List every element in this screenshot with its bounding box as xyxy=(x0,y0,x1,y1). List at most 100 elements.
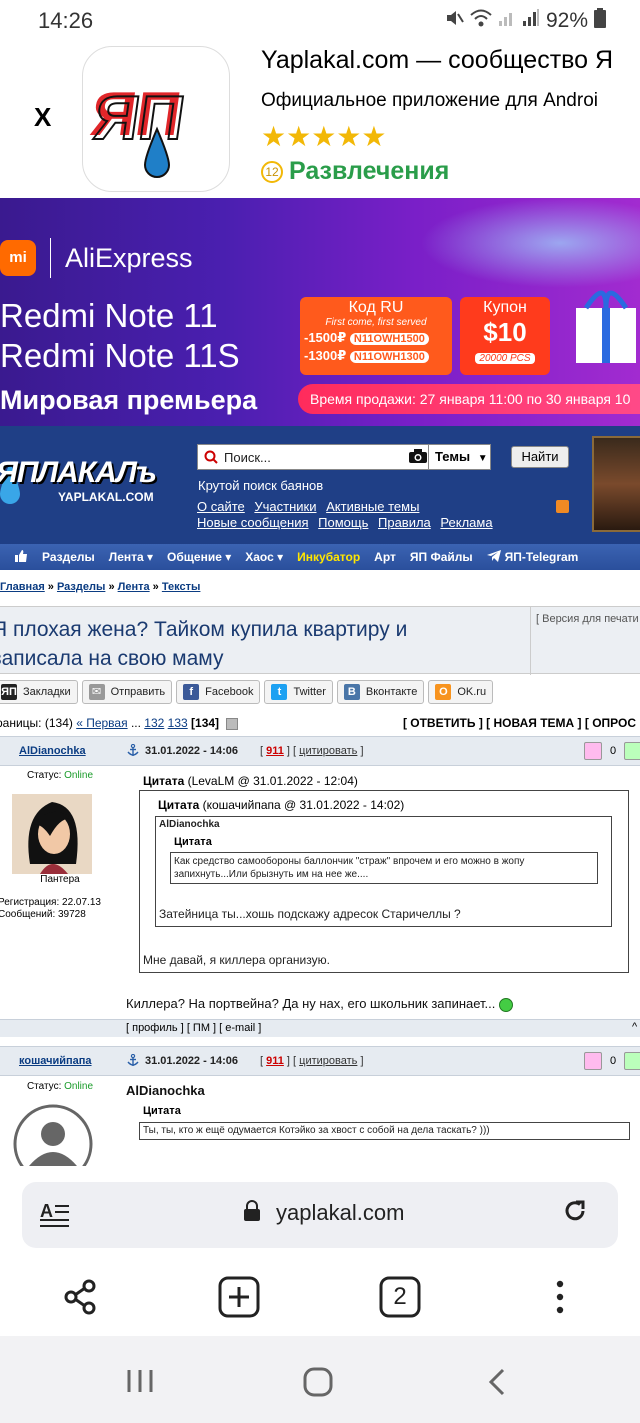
crumb-texts[interactable]: Тексты xyxy=(162,581,201,593)
header-links-row-2: Новые сообщения Помощь Правила Реклама xyxy=(197,515,499,530)
code-line-1: -1500₽ N11OWH1500 xyxy=(300,330,452,346)
mute-icon xyxy=(444,8,464,34)
vk-button[interactable]: B Вконтакте xyxy=(336,680,425,704)
link-help[interactable]: Помощь xyxy=(318,515,368,530)
status-icons: 92% xyxy=(444,8,606,34)
crumb-sep: » xyxy=(44,581,57,593)
thumbs-down-icon[interactable] xyxy=(584,1052,602,1070)
nav-sections[interactable]: Разделы xyxy=(42,550,95,564)
recents-icon[interactable] xyxy=(126,1368,154,1399)
home-icon[interactable] xyxy=(303,1367,333,1402)
nav-feed[interactable]: Лента ▾ xyxy=(109,550,153,564)
link-members[interactable]: Участники xyxy=(254,499,316,514)
quote-link[interactable]: цитировать xyxy=(299,745,357,757)
facebook-button[interactable]: f Facebook xyxy=(176,680,261,704)
header-photo xyxy=(592,436,640,532)
close-banner-button[interactable]: X xyxy=(34,102,51,133)
scroll-top-icon[interactable]: ^ xyxy=(632,1021,637,1033)
topic-title-box: Я плохая жена? Тайком купила квартиру и … xyxy=(0,606,640,675)
post-meta: [ 911 ] [ цитировать ] xyxy=(260,1055,364,1067)
app-install-banner: X ЯП ЯП Yaplakal.com — сообщество Я Офиц… xyxy=(0,40,640,198)
pager-row: раницы: (134) « Первая ... 132 133 [134]… xyxy=(0,713,640,733)
thumbs-up-icon[interactable] xyxy=(14,549,28,566)
app-title: Yaplakal.com — сообщество Я xyxy=(261,46,614,74)
quote-header: Цитата (LevaLM @ 31.01.2022 - 12:04) xyxy=(143,774,358,788)
reader-mode-icon[interactable]: A xyxy=(40,1200,70,1235)
search-input[interactable]: Поиск... xyxy=(224,450,408,465)
link-rules[interactable]: Правила xyxy=(378,515,431,530)
status-online: Online xyxy=(64,770,94,781)
tabs-button[interactable]: 2 xyxy=(379,1276,421,1318)
nav-incubator[interactable]: Инкубатор xyxy=(297,550,360,564)
thumbs-up-icon[interactable] xyxy=(624,742,640,760)
link-active-topics[interactable]: Активные темы xyxy=(326,499,419,514)
app-icon[interactable]: ЯП ЯП xyxy=(82,46,230,192)
topic-actions[interactable]: [ ОТВЕТИТЬ ] [ НОВАЯ ТЕМА ] [ ОПРОС xyxy=(403,716,636,730)
url-bar[interactable]: A yaplakal.com xyxy=(22,1182,618,1248)
pager-132[interactable]: 132 xyxy=(144,716,164,730)
new-tab-icon[interactable] xyxy=(218,1276,260,1318)
status-bar: 14:26 92% xyxy=(0,0,640,40)
rss-icon[interactable] xyxy=(556,500,569,513)
breadcrumb: Главная » Разделы » Лента » Тексты xyxy=(0,581,200,593)
nav-art[interactable]: Арт xyxy=(374,550,396,564)
anchor-icon[interactable] xyxy=(127,1053,139,1070)
nav-chaos[interactable]: Хаос ▾ xyxy=(245,550,283,564)
crumb-feed[interactable]: Лента xyxy=(118,581,150,593)
crumb-home[interactable]: Главная xyxy=(0,581,45,593)
link-new-messages[interactable]: Новые сообщения xyxy=(197,515,309,530)
search-scope-select[interactable]: Темы ▼ xyxy=(428,445,490,469)
thumbs-up-icon[interactable] xyxy=(624,1052,640,1070)
link-ads[interactable]: Реклама xyxy=(440,515,492,530)
quote-meta: (LevaLM @ 31.01.2022 - 12:04) xyxy=(184,774,358,788)
post-author[interactable]: кошачийпапа xyxy=(19,1055,92,1067)
nav-files[interactable]: ЯП Файлы xyxy=(410,550,473,564)
post-date: 31.01.2022 - 14:06 xyxy=(145,1055,238,1067)
back-icon[interactable] xyxy=(487,1368,507,1401)
send-button[interactable]: ✉ Отправить xyxy=(81,680,173,704)
thumbs-down-icon[interactable] xyxy=(584,742,602,760)
quote-link[interactable]: цитировать xyxy=(299,1055,357,1067)
battery-percent: 92% xyxy=(545,9,588,32)
clock: 14:26 xyxy=(38,8,94,33)
anchor-icon[interactable] xyxy=(127,743,139,760)
app-category: 12 Развлечения xyxy=(261,157,449,186)
bookmarks-button[interactable]: ЯП Закладки xyxy=(0,680,78,704)
main-nav: Разделы Лента ▾ Общение ▾ Хаос ▾ Инкубат… xyxy=(0,544,640,570)
share-label: Вконтакте xyxy=(365,686,418,698)
avatar[interactable] xyxy=(12,794,92,874)
ok-button[interactable]: O OK.ru xyxy=(428,680,494,704)
coupon-box: Купон $10 20000 PCS xyxy=(460,297,550,375)
code-value: N11OWH1300 xyxy=(349,351,429,363)
ad-banner[interactable]: mi AliExpress Redmi Note 11 Redmi Note 1… xyxy=(0,198,640,426)
post-header: AlDianochka 31.01.2022 - 14:06 [ 911 ] [… xyxy=(0,736,640,766)
site-logo[interactable]: ЯПЛАКАЛъ xyxy=(0,456,157,490)
post-number[interactable]: 911 xyxy=(266,745,284,757)
url-text[interactable]: yaplakal.com xyxy=(276,1200,404,1226)
code-line-2: -1300₽ N11OWH1300 xyxy=(300,348,452,364)
post-footer-links[interactable]: [ профиль ] [ ПМ ] [ e-mail ] xyxy=(126,1022,261,1034)
find-button[interactable]: Найти xyxy=(511,446,569,468)
post-author[interactable]: AlDianochka xyxy=(19,745,86,757)
pager-first[interactable]: « Первая xyxy=(76,716,127,730)
pager-133[interactable]: 133 xyxy=(168,716,188,730)
nav-community[interactable]: Общение ▾ xyxy=(167,550,231,564)
share-icon[interactable] xyxy=(59,1276,101,1318)
sale-time-strip: Время продажи: 27 января 11:00 по 30 янв… xyxy=(298,384,640,414)
nav-telegram[interactable]: ЯП-Telegram xyxy=(505,550,579,564)
signal-icon xyxy=(522,9,540,33)
menu-icon[interactable] xyxy=(539,1276,581,1318)
user-sidebar: Статус: Online xyxy=(0,770,120,781)
search-scope-value: Темы xyxy=(435,449,471,464)
category-label: Развлечения xyxy=(289,157,450,185)
twitter-button[interactable]: t Twitter xyxy=(264,680,333,704)
pager-dots: ... xyxy=(127,716,145,730)
reload-icon[interactable] xyxy=(562,1198,588,1231)
print-version-link[interactable]: [ Версия для печати ] xyxy=(536,613,640,625)
pager-menu-icon[interactable] xyxy=(226,717,239,730)
post-number[interactable]: 911 xyxy=(266,1055,284,1067)
link-about[interactable]: О сайте xyxy=(197,499,245,514)
coupon-pcs: 20000 PCS xyxy=(475,353,535,364)
crumb-sections[interactable]: Разделы xyxy=(57,581,105,593)
camera-icon[interactable] xyxy=(408,448,428,466)
